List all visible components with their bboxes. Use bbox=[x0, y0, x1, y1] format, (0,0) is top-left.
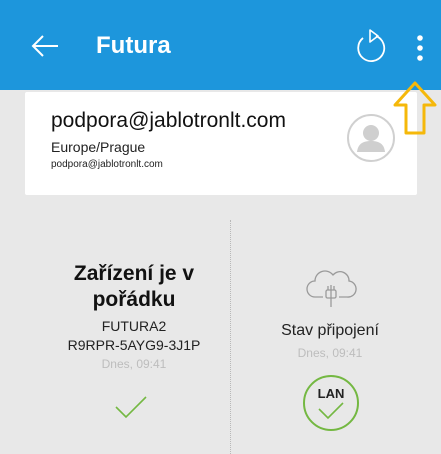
app-title: Futura bbox=[96, 32, 171, 59]
device-status-title: Zařízení je v pořádku bbox=[73, 262, 195, 311]
check-icon bbox=[115, 396, 147, 419]
account-timezone: Europe/Prague bbox=[51, 139, 146, 155]
account-email: podpora@jablotronlt.com bbox=[51, 109, 286, 132]
arrow-left-icon[interactable] bbox=[30, 33, 60, 59]
device-name: FUTURA2 bbox=[101, 318, 167, 334]
account-email-secondary: podpora@jablotronlt.com bbox=[51, 159, 163, 170]
connection-status-label: Stav připojení bbox=[281, 322, 379, 339]
lan-badge-label: LAN bbox=[318, 386, 345, 401]
lan-badge: LAN bbox=[303, 375, 359, 431]
app-bar: Futura bbox=[0, 0, 441, 90]
arrow-up-outline-icon bbox=[393, 81, 437, 135]
user-avatar-icon[interactable] bbox=[347, 114, 395, 162]
device-code: R9RPR-5AYG9-3J1P bbox=[67, 337, 201, 353]
refresh-icon[interactable] bbox=[354, 26, 388, 66]
cloud-plug-icon bbox=[306, 270, 357, 307]
device-status-time: Dnes, 09:41 bbox=[101, 357, 167, 371]
lan-check-icon bbox=[318, 402, 344, 420]
account-card[interactable]: podpora@jablotronlt.com Europe/Prague po… bbox=[25, 92, 417, 195]
connection-status-time: Dnes, 09:41 bbox=[297, 346, 363, 360]
more-vert-icon[interactable] bbox=[412, 34, 428, 62]
